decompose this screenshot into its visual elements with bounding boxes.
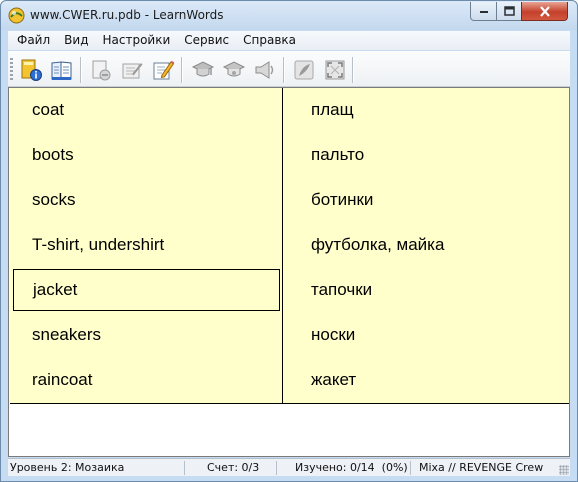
- style-button[interactable]: [290, 56, 317, 83]
- mosaic-area: coat boots socks T-shirt, undershirt jac…: [8, 87, 570, 457]
- word-card-right[interactable]: футболка, майка: [286, 224, 562, 266]
- speaker-icon: [255, 60, 273, 79]
- status-divider: [276, 461, 277, 475]
- menu-service[interactable]: Сервис: [177, 31, 236, 50]
- word-card-right[interactable]: жакет: [286, 359, 562, 401]
- title-bar[interactable]: www.CWER.ru.pdb - LearnWords: [1, 1, 577, 30]
- status-credits: Mixa // REVENGE Crew: [419, 461, 544, 474]
- maximize-icon: [503, 6, 515, 16]
- maximize-button[interactable]: [496, 2, 522, 21]
- app-window: www.CWER.ru.pdb - LearnWords Файл Вид На…: [0, 0, 578, 482]
- status-bar: Уровень 2: Мозаика Счет: 0/3 Изучено: 0/…: [8, 458, 570, 476]
- menu-help[interactable]: Справка: [236, 31, 303, 50]
- word-card-left[interactable]: sneakers: [13, 314, 280, 356]
- toolbar-separator: [352, 57, 354, 83]
- study-button[interactable]: [189, 56, 216, 83]
- edit-note-icon: [122, 62, 142, 78]
- word-card-right[interactable]: пальто: [286, 134, 562, 176]
- word-card-right[interactable]: ботинки: [286, 179, 562, 221]
- word-card-right[interactable]: тапочки: [286, 269, 562, 311]
- toolbar-separator: [80, 57, 82, 83]
- menu-file[interactable]: Файл: [10, 31, 57, 50]
- dictionary-button[interactable]: [48, 56, 75, 83]
- window-title: www.CWER.ru.pdb - LearnWords: [30, 8, 224, 22]
- feather-icon: [294, 60, 313, 79]
- status-learned: Изучено: 0/14 (0%): [295, 461, 408, 474]
- minimize-icon: [479, 11, 488, 13]
- menu-settings[interactable]: Настройки: [95, 31, 177, 50]
- toolbar-separator: [181, 57, 183, 83]
- word-card-left[interactable]: socks: [13, 179, 280, 221]
- toolbar-grip[interactable]: [10, 58, 13, 82]
- status-score: Счет: 0/3: [207, 461, 260, 474]
- edit-note-button[interactable]: [118, 56, 145, 83]
- word-card-right[interactable]: носки: [286, 314, 562, 356]
- status-divider: [410, 461, 411, 475]
- exam-button[interactable]: [220, 56, 247, 83]
- fullscreen-icon: [325, 60, 344, 79]
- toolbar-separator: [283, 57, 285, 83]
- word-card-right[interactable]: плащ: [286, 89, 562, 131]
- edit-pencil-button[interactable]: [149, 56, 176, 83]
- word-card-left[interactable]: boots: [13, 134, 280, 176]
- dictionary-book-icon: [51, 60, 71, 80]
- word-card-left[interactable]: coat: [13, 89, 280, 131]
- close-icon: [539, 5, 550, 17]
- app-logo-icon: [8, 7, 25, 24]
- menu-bar: Файл Вид Настройки Сервис Справка: [8, 31, 570, 50]
- minimize-button[interactable]: [470, 2, 497, 21]
- pronounce-button[interactable]: [251, 56, 278, 83]
- document-button[interactable]: [87, 56, 114, 83]
- open-dictionary-button[interactable]: [17, 56, 44, 83]
- menu-view[interactable]: Вид: [57, 31, 95, 50]
- graduation-cap-alt-icon: [222, 60, 245, 76]
- open-dictionary-icon: [21, 59, 42, 81]
- graduation-cap-icon: [191, 60, 214, 76]
- russian-words-panel: плащ пальто ботинки футболка, майка тапо…: [283, 88, 569, 404]
- english-words-panel: coat boots socks T-shirt, undershirt jac…: [10, 88, 283, 404]
- status-level: Уровень 2: Мозаика: [10, 461, 125, 474]
- close-button[interactable]: [521, 2, 568, 21]
- document-icon: [92, 60, 110, 80]
- edit-pencil-icon: [153, 60, 174, 79]
- fullscreen-button[interactable]: [321, 56, 348, 83]
- toolbar: [8, 51, 570, 87]
- word-card-left-selected[interactable]: jacket: [13, 269, 280, 311]
- status-divider: [184, 461, 185, 475]
- resize-grip[interactable]: [559, 465, 569, 475]
- word-card-left[interactable]: T-shirt, undershirt: [13, 224, 280, 266]
- word-card-left[interactable]: raincoat: [13, 359, 280, 401]
